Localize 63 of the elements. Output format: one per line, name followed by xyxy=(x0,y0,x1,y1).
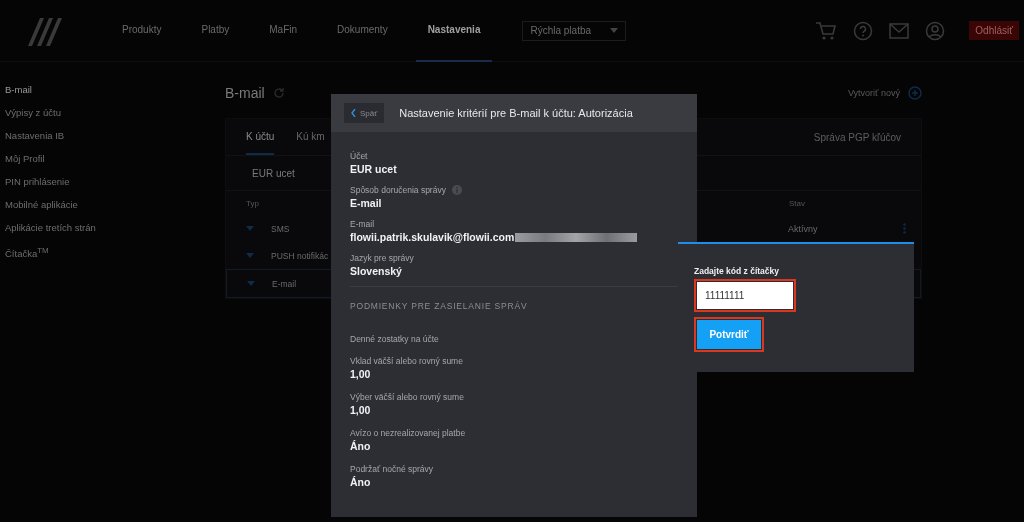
nav-tab[interactable]: MaFin xyxy=(257,0,310,62)
modal-title: Nastavenie kritérií pre B-mail k účtu: Autorizácia xyxy=(399,107,633,119)
nav-tab[interactable]: Produkty xyxy=(110,0,174,62)
quick-pay-select[interactable]: Rýchla platba xyxy=(522,20,627,41)
more-icon[interactable] xyxy=(903,223,906,234)
cart-icon[interactable] xyxy=(815,20,838,41)
sidebar-item[interactable]: Čítačka$^{TM}$ xyxy=(5,245,225,268)
field-label: Spôsob doručenia správy xyxy=(350,184,446,196)
field-value: Slovenský xyxy=(350,264,402,278)
logo-icon xyxy=(26,15,64,46)
page-title: B-mail xyxy=(225,85,265,101)
caret-icon xyxy=(610,28,619,33)
create-new-link[interactable]: Vytvoriť nový xyxy=(847,88,900,98)
code-input-field[interactable]: 11111111 xyxy=(697,282,793,309)
table-cell: E-mail xyxy=(272,278,297,289)
column-header: Typ xyxy=(246,198,259,208)
mail-icon[interactable] xyxy=(889,22,910,39)
nav-tab[interactable]: Nastavenia xyxy=(415,0,493,62)
field-value: E-mail xyxy=(350,196,382,210)
pgp-keys-button[interactable]: Správa PGP kľúčov xyxy=(813,131,901,143)
chevron-icon[interactable] xyxy=(246,253,254,258)
sidebar-item[interactable]: PIN prihlásenie xyxy=(5,176,225,199)
back-chevron-icon xyxy=(351,109,356,117)
nav-tab[interactable]: Dokumenty xyxy=(325,0,400,62)
table-cell: Aktívny xyxy=(788,223,818,234)
field-label: Zadajte kód z čítačky xyxy=(694,266,780,276)
logout-button[interactable]: Odhlásiť xyxy=(969,21,1019,40)
field-value: Áno xyxy=(350,439,372,453)
column-header: Stav xyxy=(789,198,805,208)
sidebar-item[interactable]: B-mail xyxy=(5,84,225,107)
field-value: 1,00 xyxy=(350,367,372,381)
section-heading: PODMIENKY PRE ZASIELANIE SPRÁV xyxy=(350,301,529,311)
back-button[interactable]: Späť xyxy=(344,103,385,123)
field-label: Účet xyxy=(350,150,368,162)
sidebar-item[interactable]: Výpisy z účtu xyxy=(5,107,225,130)
add-icon[interactable] xyxy=(908,86,922,100)
sidebar-item[interactable]: Nastavenia IB xyxy=(5,130,225,153)
field-value: 1,00 xyxy=(350,403,372,417)
field-label: Výber väčší alebo rovný sume xyxy=(350,391,465,403)
sidebar-item[interactable]: Môj Profil xyxy=(5,153,225,176)
field-value: flowii.patrik.skulavik@flowii.com xyxy=(350,230,515,244)
refresh-icon[interactable] xyxy=(272,87,285,99)
field-label: Denné zostatky na účte xyxy=(350,333,440,345)
help-icon[interactable] xyxy=(853,20,874,41)
chevron-icon[interactable] xyxy=(247,281,255,286)
table-cell: PUSH notifikác xyxy=(271,250,329,261)
tab[interactable]: K účtu xyxy=(246,119,275,155)
field-label: Podržať nočné správy xyxy=(350,463,435,475)
table-cell: SMS xyxy=(271,223,290,234)
field-label: Avízo o nezrealizovanej platbe xyxy=(350,427,467,439)
info-icon[interactable] xyxy=(451,185,462,195)
chevron-icon[interactable] xyxy=(246,226,254,231)
sidebar-item[interactable]: Aplikácie tretích strán xyxy=(5,222,225,245)
user-icon[interactable] xyxy=(925,20,946,41)
field-label: E-mail xyxy=(350,218,375,230)
field-value: EUR ucet xyxy=(350,162,397,176)
sidebar-item[interactable]: Mobilné aplikácie xyxy=(5,199,225,222)
tab[interactable]: Kú km xyxy=(296,119,325,155)
confirm-button[interactable]: Potvrdiť xyxy=(697,320,761,349)
field-label: Vklad väčší alebo rovný sume xyxy=(350,355,464,367)
nav-tab[interactable]: Platby xyxy=(189,0,242,62)
field-label: Jazyk pre správy xyxy=(350,252,414,264)
field-value: Áno xyxy=(350,475,372,489)
